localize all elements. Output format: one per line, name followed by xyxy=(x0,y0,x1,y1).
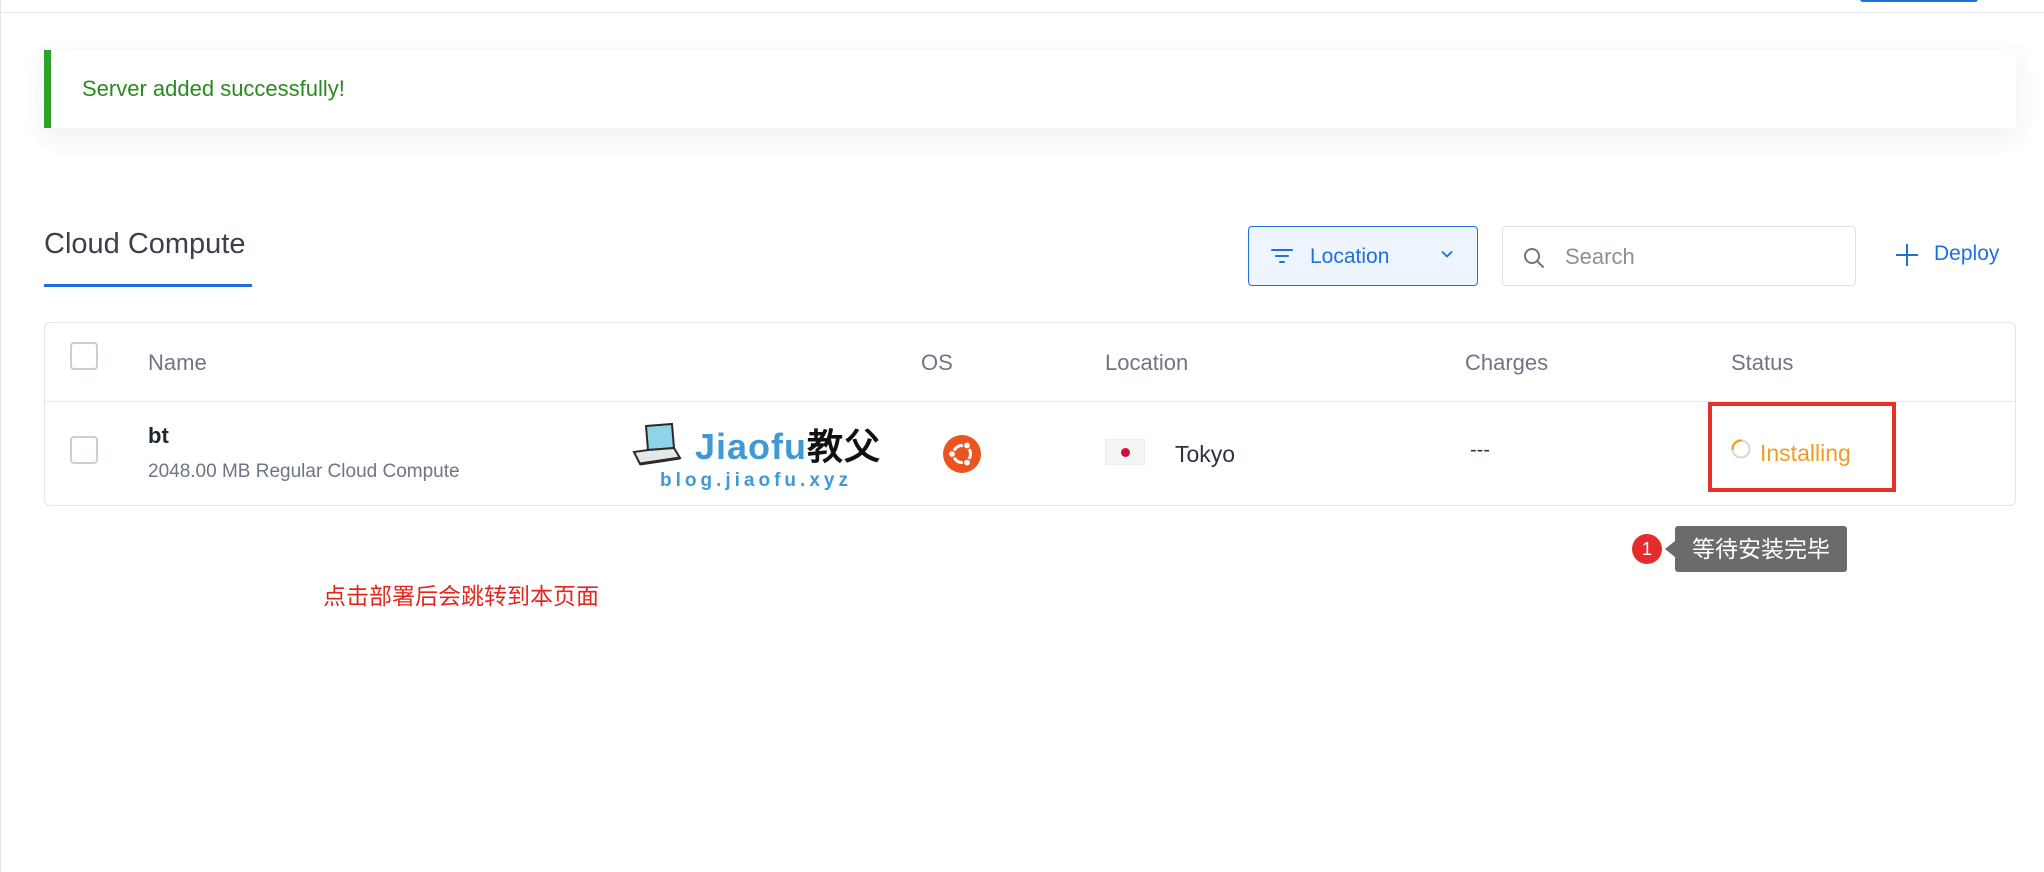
header-divider xyxy=(0,12,2044,13)
server-location: Tokyo xyxy=(1175,441,1236,467)
chevron-down-icon xyxy=(1441,250,1453,258)
annotation-tooltip: 等待安装完毕 xyxy=(1675,526,1847,572)
watermark: Jiaofu教父 blog.jiaofu.xyz xyxy=(630,418,880,498)
search-box[interactable] xyxy=(1502,226,1856,286)
filter-icon xyxy=(1271,247,1293,265)
deploy-label: Deploy xyxy=(1934,242,2000,265)
column-header-status: Status xyxy=(1731,350,1794,375)
server-description: 2048.00 MB Regular Cloud Compute xyxy=(148,461,460,482)
tooltip-arrow xyxy=(1665,541,1675,557)
left-border xyxy=(0,0,1,872)
watermark-brand-cn: 教父 xyxy=(807,426,882,468)
alert-message: Server added successfully! xyxy=(82,76,345,101)
ubuntu-icon xyxy=(943,435,981,473)
header-button-edge[interactable] xyxy=(1860,0,1978,2)
column-header-name: Name xyxy=(148,350,207,375)
plus-icon xyxy=(1896,244,1918,266)
page-title: Cloud Compute xyxy=(44,228,246,260)
column-header-os: OS xyxy=(921,350,953,375)
watermark-brand-latin: Jiaofu xyxy=(695,426,808,467)
column-header-location: Location xyxy=(1105,350,1189,375)
server-charges: --- xyxy=(1470,439,1490,461)
laptop-icon xyxy=(632,422,682,466)
loading-spinner-icon xyxy=(1731,439,1751,459)
search-input[interactable] xyxy=(1563,239,1837,275)
server-name-link[interactable]: bt xyxy=(148,423,169,449)
server-status: Installing xyxy=(1760,440,1851,466)
location-filter-label: Location xyxy=(1310,245,1390,268)
step-badge: 1 xyxy=(1632,534,1662,564)
location-filter-dropdown[interactable]: Location xyxy=(1248,226,1478,286)
select-all-checkbox[interactable] xyxy=(70,342,98,370)
watermark-url: blog.jiaofu.xyz xyxy=(660,470,852,491)
annotation-note: 点击部署后会跳转到本页面 xyxy=(323,583,599,609)
watermark-brand: Jiaofu教父 xyxy=(695,418,881,470)
column-header-charges: Charges xyxy=(1465,350,1549,375)
title-underline xyxy=(44,284,252,287)
row-checkbox[interactable] xyxy=(70,436,98,464)
japan-flag-icon xyxy=(1105,439,1145,465)
success-alert: Server added successfully! xyxy=(44,50,2016,128)
search-icon xyxy=(1524,248,1544,268)
